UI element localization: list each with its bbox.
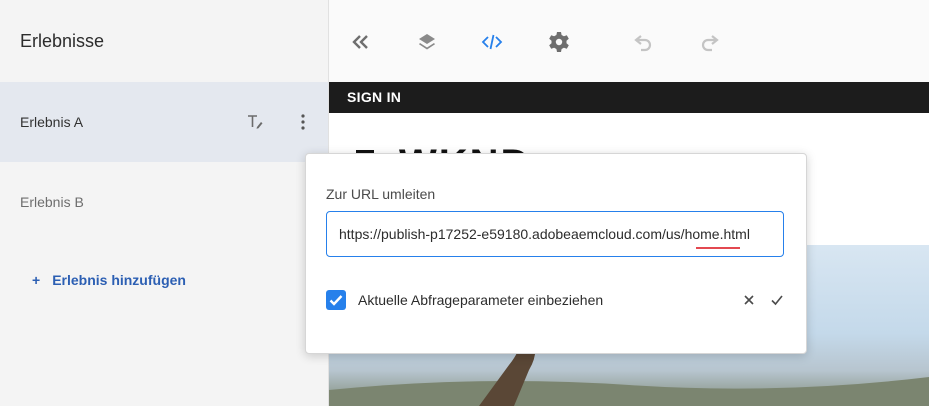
include-params-label: Aktuelle Abfrageparameter einbeziehen bbox=[358, 292, 604, 308]
checkmark-icon bbox=[329, 295, 343, 306]
signin-bar: SIGN IN bbox=[329, 82, 929, 113]
redirect-url-label: Zur URL umleiten bbox=[326, 186, 436, 202]
rename-text-icon[interactable] bbox=[246, 113, 264, 131]
experience-item-label: Erlebnis A bbox=[20, 114, 84, 130]
redo-icon[interactable] bbox=[697, 30, 721, 54]
add-experience-button[interactable]: + Erlebnis hinzufügen bbox=[32, 272, 186, 288]
signin-link[interactable]: SIGN IN bbox=[347, 89, 401, 105]
experience-item-a[interactable]: Erlebnis A bbox=[0, 82, 328, 162]
collapse-left-icon[interactable] bbox=[348, 30, 372, 54]
experience-item-b[interactable]: Erlebnis B bbox=[0, 162, 328, 242]
more-vertical-icon[interactable] bbox=[296, 113, 310, 131]
undo-icon[interactable] bbox=[632, 30, 656, 54]
settings-icon[interactable] bbox=[547, 30, 571, 54]
experiences-sidebar: Erlebnisse Erlebnis A Erlebnis B + Erlebn… bbox=[0, 0, 329, 406]
add-experience-label: Erlebnis hinzufügen bbox=[52, 272, 186, 288]
spellcheck-underline bbox=[696, 247, 740, 249]
cancel-icon[interactable] bbox=[742, 293, 756, 307]
layers-icon[interactable] bbox=[415, 30, 439, 54]
confirm-icon[interactable] bbox=[770, 293, 784, 307]
sidebar-title: Erlebnisse bbox=[20, 31, 105, 51]
plus-icon: + bbox=[32, 272, 41, 288]
include-params-checkbox[interactable] bbox=[326, 290, 346, 310]
redirect-url-popover: Zur URL umleiten Aktuelle Abfrageparamet… bbox=[305, 153, 807, 354]
redirect-url-input[interactable] bbox=[326, 211, 784, 257]
experience-item-label: Erlebnis B bbox=[20, 194, 84, 210]
code-icon[interactable] bbox=[480, 30, 504, 54]
editor-toolbar bbox=[329, 0, 929, 82]
